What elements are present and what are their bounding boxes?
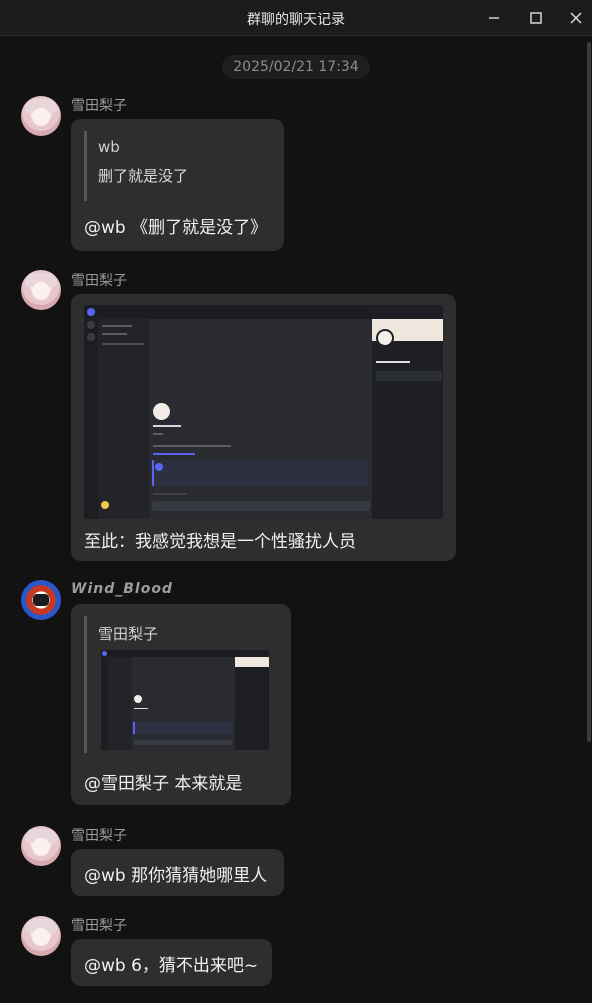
scrollbar-thumb[interactable] <box>587 42 591 742</box>
message-bubble[interactable]: 雪田梨子 @雪田梨子 本来就是 <box>71 604 291 805</box>
avatar[interactable] <box>21 916 61 956</box>
sender-name: Wind_Blood <box>71 581 173 597</box>
date-timestamp: 2025/02/21 17:34 <box>222 55 370 79</box>
message-bubble[interactable]: wb 删了就是没了 @wb 《删了就是没了》 <box>71 119 284 251</box>
quoted-sender: 雪田梨子 <box>98 625 159 643</box>
quoted-message[interactable]: 雪田梨子 <box>84 616 274 753</box>
avatar[interactable] <box>21 580 61 620</box>
avatar[interactable] <box>21 826 61 866</box>
avatar[interactable] <box>21 96 61 136</box>
message-text: @wb 《删了就是没了》 <box>84 218 268 238</box>
title-bar: 群聊的聊天记录 <box>0 0 592 36</box>
quoted-text: 删了就是没了 <box>98 167 189 185</box>
message-text: @wb 6，猜不出来吧~ <box>84 956 259 976</box>
sender-name: 雪田梨子 <box>71 918 127 934</box>
close-icon[interactable] <box>564 6 588 30</box>
sender-name: 雪田梨子 <box>71 98 127 114</box>
quoted-message[interactable]: wb 删了就是没了 <box>84 131 264 201</box>
scrollbar[interactable] <box>586 36 592 1003</box>
minimize-icon[interactable] <box>482 6 506 30</box>
discord-screenshot-thumbnail[interactable] <box>101 650 269 750</box>
message-bubble[interactable]: @wb 那你猜猜她哪里人 <box>71 849 284 896</box>
quoted-sender: wb <box>98 138 120 156</box>
avatar[interactable] <box>21 270 61 310</box>
message-text: @雪田梨子 本来就是 <box>84 774 243 794</box>
maximize-icon[interactable] <box>524 6 548 30</box>
message-text: 至此：我感觉我想是一个性骚扰人员 <box>84 532 356 552</box>
sender-name: 雪田梨子 <box>71 828 127 844</box>
message-text: @wb 那你猜猜她哪里人 <box>84 866 268 886</box>
sender-name: 雪田梨子 <box>71 273 127 289</box>
discord-screenshot[interactable] <box>84 305 443 519</box>
message-bubble[interactable]: 至此：我感觉我想是一个性骚扰人员 <box>71 294 456 561</box>
message-bubble[interactable]: @wb 6，猜不出来吧~ <box>71 939 272 986</box>
